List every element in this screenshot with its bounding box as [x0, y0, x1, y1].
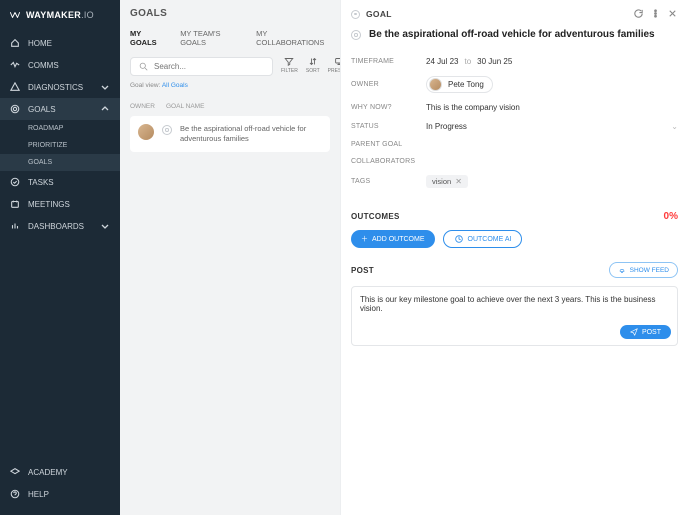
status-value: In Progress — [426, 122, 467, 131]
nav-label: ACADEMY — [28, 468, 68, 477]
tab-team-goals[interactable]: MY TEAM'S GOALS — [180, 29, 242, 47]
goal-row[interactable]: Be the aspirational off-road vehicle for… — [130, 116, 330, 152]
why-value[interactable]: This is the company vision — [426, 103, 520, 112]
send-icon — [630, 328, 638, 336]
col-owner: OWNER — [130, 103, 166, 110]
goal-title: Be the aspirational off-road vehicle for… — [369, 29, 655, 40]
goals-tabs: MY GOALS MY TEAM'S GOALS MY COLLABORATIO… — [130, 29, 330, 47]
target-icon — [351, 10, 360, 19]
remove-tag-icon[interactable]: ✕ — [455, 177, 462, 186]
panel-type-label: GOAL — [366, 9, 392, 19]
target-icon — [351, 30, 361, 40]
nav-academy[interactable]: ACADEMY — [0, 461, 120, 483]
field-collaborators[interactable]: COLLABORATORS — [351, 153, 678, 170]
sidebar: WAYMAKER.IO HOME COMMS DIAGNOSTICS GOALS… — [0, 0, 120, 515]
nav-meetings[interactable]: MEETINGS — [0, 193, 120, 215]
goal-view-selector[interactable]: Goal view: All Goals — [130, 82, 330, 89]
nav-label: DASHBOARDS — [28, 222, 84, 231]
nav-label: TASKS — [28, 178, 54, 187]
nav-home[interactable]: HOME — [0, 32, 120, 54]
more-icon[interactable] — [650, 8, 661, 19]
table-header: OWNER GOAL NAME — [130, 99, 330, 116]
field-owner: OWNER Pete Tong — [351, 71, 678, 98]
close-icon[interactable] — [667, 8, 678, 19]
nav-goals[interactable]: GOALS — [0, 98, 120, 120]
goal-view-link[interactable]: All Goals — [162, 82, 188, 89]
field-parent-goal[interactable]: PARENT GOAL — [351, 136, 678, 153]
target-icon — [10, 104, 20, 114]
field-why-now: WHY NOW? This is the company vision — [351, 98, 678, 117]
chevron-down-icon — [100, 82, 110, 92]
timeframe-from[interactable]: 24 Jul 23 — [426, 57, 458, 66]
avatar — [138, 124, 154, 140]
post-content: This is our key milestone goal to achiev… — [360, 295, 656, 313]
nav-label: HELP — [28, 490, 49, 499]
logo-icon — [10, 10, 20, 20]
field-status[interactable]: STATUS In Progress ⌄ — [351, 117, 678, 136]
nav-label: DIAGNOSTICS — [28, 83, 83, 92]
logo-text: WAYMAKER.IO — [26, 10, 94, 20]
logo[interactable]: WAYMAKER.IO — [0, 8, 120, 32]
comms-icon — [10, 60, 20, 70]
owner-name: Pete Tong — [448, 80, 484, 89]
tag-pill[interactable]: vision ✕ — [426, 175, 468, 188]
nav-label: GOALS — [28, 105, 56, 114]
help-icon — [10, 489, 20, 499]
sort-tool[interactable]: SORT — [306, 57, 320, 74]
nav-sub-goals[interactable]: GOALS — [0, 154, 120, 171]
dashboards-icon — [10, 221, 20, 231]
nav-sub-prioritize[interactable]: PRIORITIZE — [0, 137, 120, 154]
post-textarea[interactable]: This is our key milestone goal to achiev… — [351, 286, 678, 346]
nav-label: COMMS — [28, 61, 59, 70]
refresh-icon[interactable] — [633, 8, 644, 19]
detail-header: GOAL — [351, 8, 678, 19]
goals-list-panel: GOALS MY GOALS MY TEAM'S GOALS MY COLLAB… — [120, 0, 340, 515]
chevron-down-icon: ⌄ — [671, 122, 678, 131]
nav-label: HOME — [28, 39, 52, 48]
col-goal-name: GOAL NAME — [166, 103, 330, 110]
timeframe-to[interactable]: 30 Jun 25 — [477, 57, 512, 66]
nav-diagnostics[interactable]: DIAGNOSTICS — [0, 76, 120, 98]
post-button[interactable]: POST — [620, 325, 671, 339]
target-icon — [162, 125, 172, 135]
filter-tool[interactable]: FILTER — [281, 57, 298, 74]
search-box[interactable] — [130, 57, 273, 76]
field-tags: TAGS vision ✕ — [351, 170, 678, 193]
post-label: POST — [351, 266, 374, 275]
goal-name: Be the aspirational off-road vehicle for… — [180, 124, 322, 144]
ai-icon — [454, 234, 464, 244]
nav-dashboards[interactable]: DASHBOARDS — [0, 215, 120, 237]
search-icon — [139, 62, 148, 71]
tag-label: vision — [432, 177, 451, 186]
search-input[interactable] — [154, 62, 264, 71]
tab-collaborations[interactable]: MY COLLABORATIONS — [256, 29, 330, 47]
nav-comms[interactable]: COMMS — [0, 54, 120, 76]
tool-label: SORT — [306, 68, 320, 74]
field-timeframe: TIMEFRAME 24 Jul 23 to 30 Jun 25 — [351, 52, 678, 71]
nav-tasks[interactable]: TASKS — [0, 171, 120, 193]
outcomes-percent: 0% — [664, 211, 678, 222]
bell-icon — [618, 266, 626, 274]
diagnostics-icon — [10, 82, 20, 92]
meetings-icon — [10, 199, 20, 209]
add-outcome-button[interactable]: ＋ ADD OUTCOME — [351, 230, 435, 248]
plus-icon: ＋ — [361, 234, 368, 244]
nav-label: MEETINGS — [28, 200, 70, 209]
avatar — [429, 78, 442, 91]
goals-title: GOALS — [130, 8, 330, 19]
owner-pill[interactable]: Pete Tong — [426, 76, 493, 93]
outcomes-label: OUTCOMES — [351, 212, 400, 221]
tool-label: FILTER — [281, 68, 298, 74]
nav-help[interactable]: HELP — [0, 483, 120, 505]
tasks-icon — [10, 177, 20, 187]
academy-icon — [10, 467, 20, 477]
chevron-up-icon — [100, 104, 110, 114]
goal-detail-panel: GOAL Be the aspirational off-road vehicl… — [340, 0, 688, 515]
chevron-down-icon — [100, 221, 110, 231]
nav-sub-roadmap[interactable]: ROADMAP — [0, 120, 120, 137]
outcome-ai-button[interactable]: OUTCOME AI — [443, 230, 523, 248]
show-feed-button[interactable]: SHOW FEED — [609, 262, 678, 278]
tab-my-goals[interactable]: MY GOALS — [130, 29, 166, 47]
home-icon — [10, 38, 20, 48]
